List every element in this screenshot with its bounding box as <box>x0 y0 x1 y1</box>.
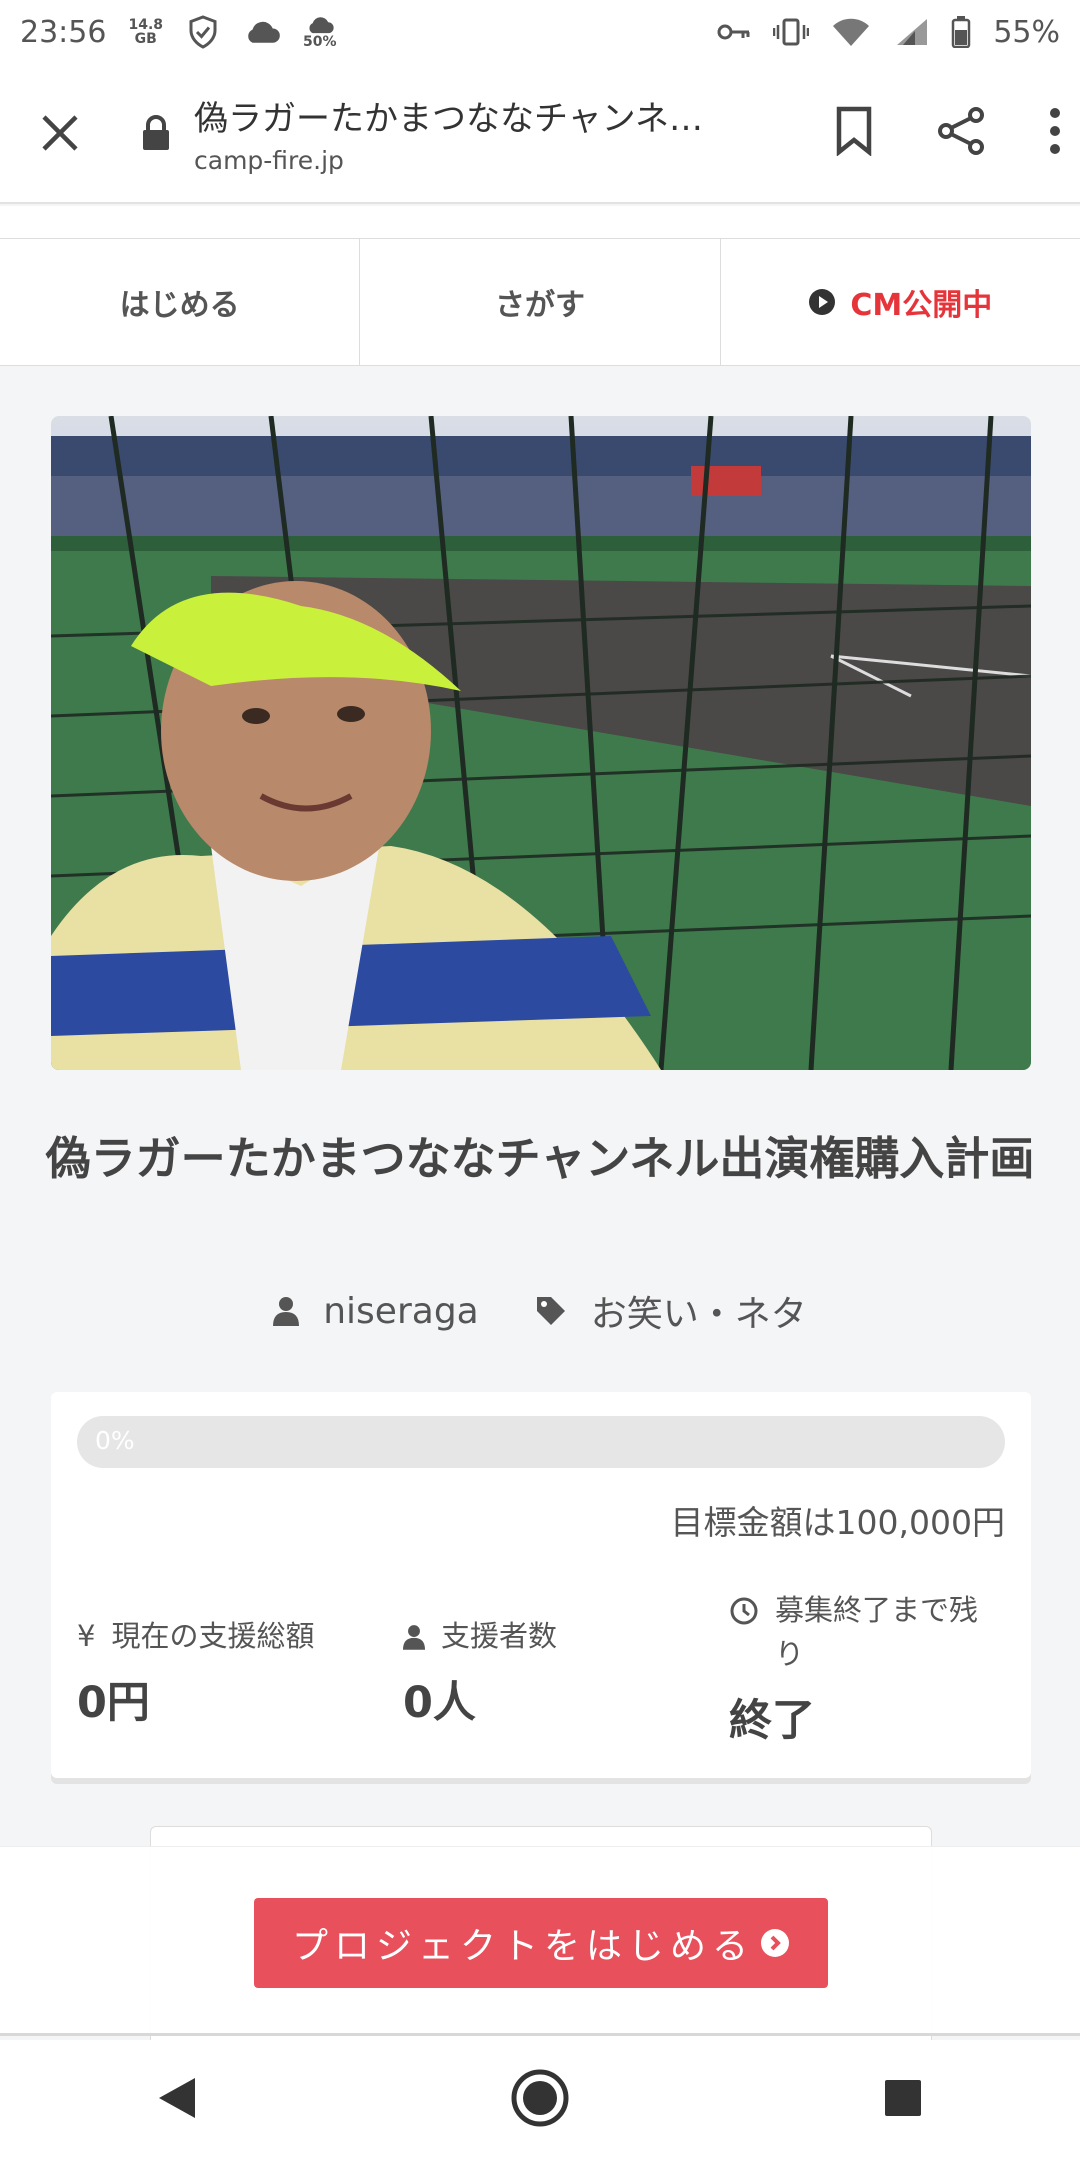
page-url: camp-fire.jp <box>194 146 344 175</box>
total-value: 0円 <box>77 1678 150 1728</box>
battery-icon <box>951 16 971 48</box>
close-icon <box>42 115 78 151</box>
back-triangle-icon <box>158 2078 195 2118</box>
lock-icon[interactable] <box>138 115 174 151</box>
remaining-label: 募集終了まで残り <box>775 1593 979 1671</box>
url-area[interactable]: 偽ラガーたかまつななチャンネ… camp-fire.jp <box>194 91 734 175</box>
browser-toolbar: 偽ラガーたかまつななチャンネ… camp-fire.jp <box>0 64 1080 204</box>
cloud-percent: 50% <box>303 34 337 50</box>
user-icon <box>403 1625 425 1650</box>
nav-start-label: はじめる <box>119 288 240 323</box>
tag-icon <box>536 1297 565 1325</box>
clock-icon <box>730 1597 758 1625</box>
signal-icon <box>893 17 929 47</box>
backers-label: 支援者数 <box>441 1619 558 1653</box>
remaining-value: 終了 <box>729 1696 815 1746</box>
project-title: 偽ラガーたかまつななチャンネル出演権購入計画 <box>45 1132 1035 1185</box>
vibrate-icon <box>773 17 810 47</box>
goal-amount: 目標金額は100,000円 <box>670 1503 1005 1542</box>
project-meta: niseraga お笑い・ネタ <box>0 1285 1080 1337</box>
project-image[interactable] <box>51 416 1031 1070</box>
start-project-label: プロジェクトをはじめる <box>291 1926 754 1967</box>
chevron-circle-right-icon <box>761 1929 789 1957</box>
header-spacer <box>0 206 1080 238</box>
more-menu-button[interactable] <box>1048 107 1062 159</box>
back-button[interactable] <box>157 2076 197 2124</box>
start-project-button[interactable]: プロジェクトをはじめる <box>254 1898 828 1988</box>
cloud-percent-indicator: 50% <box>303 15 337 49</box>
total-label: 現在の支援総額 <box>111 1619 315 1653</box>
cloud-icon <box>243 17 281 47</box>
author-name: niseraga <box>323 1290 479 1332</box>
funding-card: 0% 目標金額は100,000円 ¥ 現在の支援総額 0円 支援者数 0人 募集… <box>51 1392 1031 1778</box>
close-tab-button[interactable] <box>0 63 120 203</box>
play-circle-icon <box>809 289 836 315</box>
recents-button[interactable] <box>883 2078 923 2122</box>
storage-amount: 14.8 <box>128 17 164 33</box>
share-icon <box>938 107 984 155</box>
backers-value: 0人 <box>403 1678 476 1728</box>
user-icon <box>273 1297 300 1326</box>
stat-total: ¥ 現在の支援総額 0円 <box>77 1614 403 1748</box>
battery-percent: 55% <box>993 14 1060 50</box>
stat-backers: 支援者数 0人 <box>403 1614 729 1748</box>
yen-icon: ¥ <box>77 1619 96 1653</box>
home-circle-icon <box>511 2069 569 2127</box>
progress-bar: 0% <box>77 1416 1005 1468</box>
status-bar: 23:56 14.8 GB 50% 55% <box>0 0 1080 64</box>
wifi-icon <box>831 17 871 47</box>
key-icon <box>717 22 751 42</box>
stat-remaining: 募集終了まで残り 終了 <box>729 1588 1005 1748</box>
home-button[interactable] <box>510 2068 570 2132</box>
nav-search-label: さがす <box>494 288 585 323</box>
author-link[interactable]: niseraga <box>273 1291 479 1332</box>
nav-cm-label: CM公開中 <box>850 288 993 323</box>
bookmark-button[interactable] <box>834 106 874 160</box>
nav-search[interactable]: さがす <box>360 239 721 365</box>
storage-unit: GB <box>134 31 157 47</box>
shield-check-icon <box>185 14 221 50</box>
bookmark-icon <box>836 106 872 157</box>
category-link[interactable]: お笑い・ネタ <box>535 1285 807 1337</box>
status-time: 23:56 <box>20 14 107 50</box>
system-nav-bar <box>0 2040 1080 2160</box>
share-button[interactable] <box>936 106 986 160</box>
storage-indicator: 14.8 GB <box>128 18 163 46</box>
site-nav: はじめる さがす CM公開中 <box>0 238 1080 366</box>
page-tab-title: 偽ラガーたかまつななチャンネ… <box>194 99 703 139</box>
recents-square-icon <box>885 2080 922 2116</box>
nav-cm[interactable]: CM公開中 <box>721 239 1080 365</box>
nav-start[interactable]: はじめる <box>0 239 361 365</box>
more-vertical-icon <box>1050 108 1060 154</box>
category-name: お笑い・ネタ <box>590 1294 807 1335</box>
progress-label: 0% <box>95 1426 135 1455</box>
